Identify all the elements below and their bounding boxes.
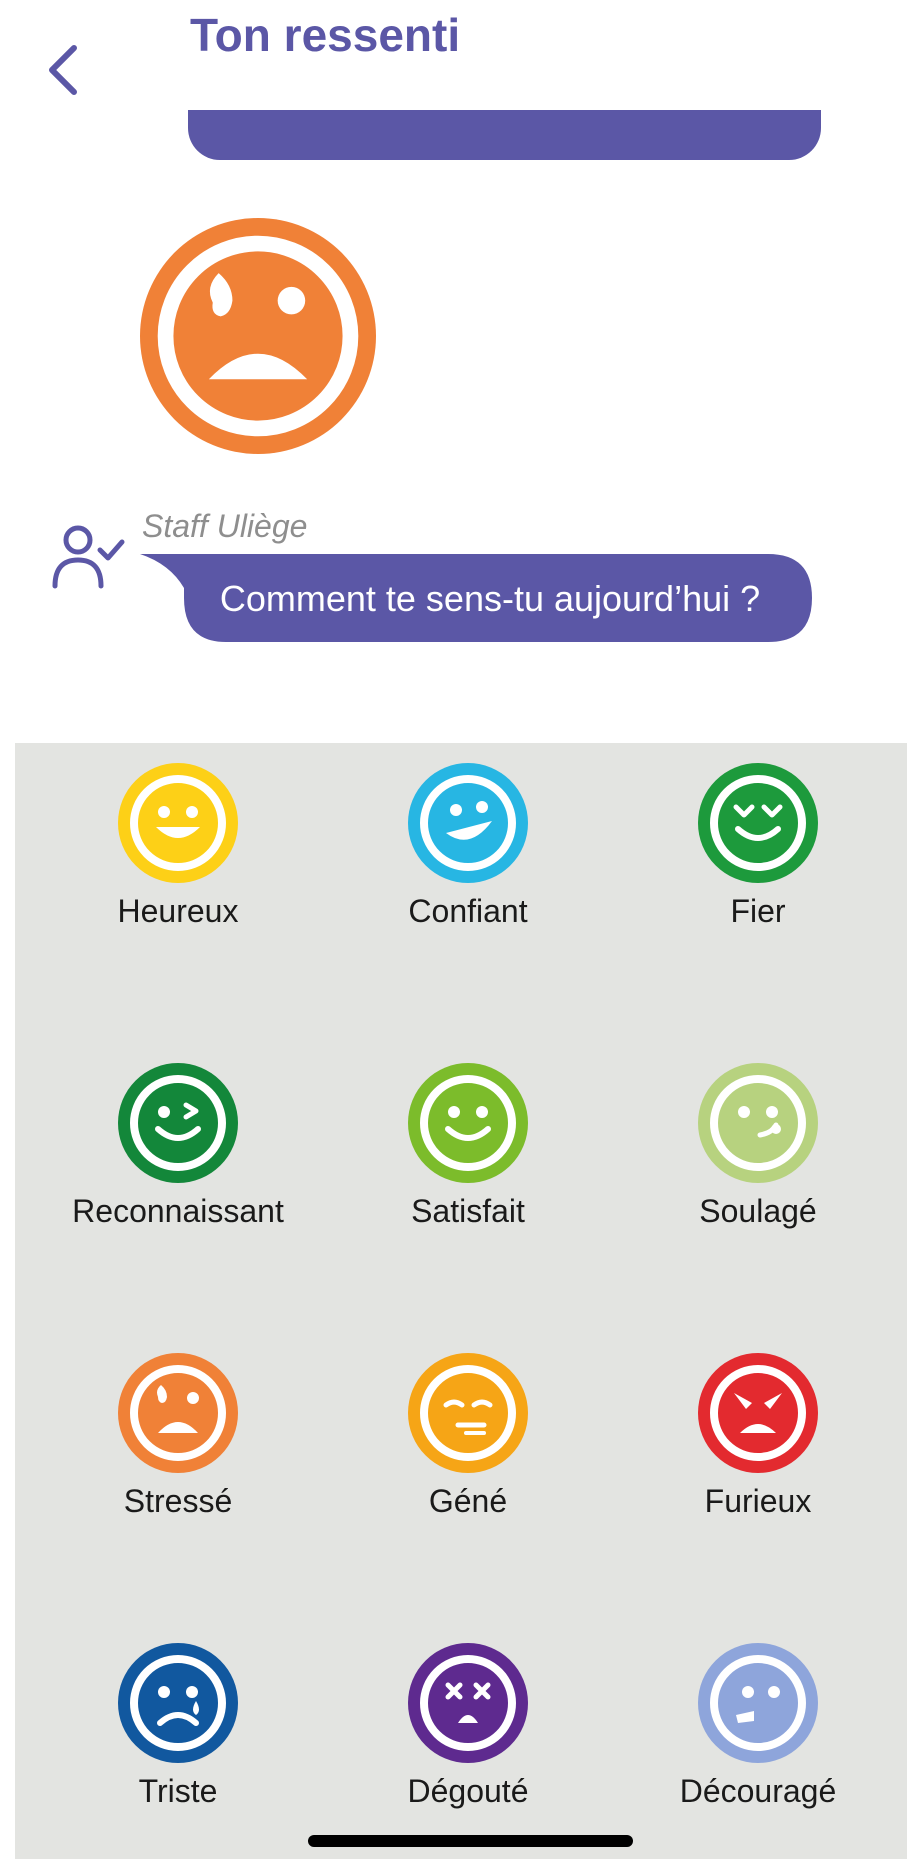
chevron-left-icon[interactable]: [40, 40, 90, 100]
mood-label: Dégouté: [407, 1773, 529, 1809]
mood-option-heureux[interactable]: Heureux: [33, 763, 323, 963]
mood-picker-panel: Heureux Confiant Fier Reconnaissant Sati…: [15, 743, 907, 1859]
mood-label: Reconnaissant: [72, 1193, 284, 1229]
selected-mood-stressed-face-icon: [140, 218, 376, 454]
proud-face-icon: [698, 763, 818, 883]
mood-label: Fier: [730, 893, 786, 929]
mood-option-gene[interactable]: Géné: [323, 1353, 613, 1553]
mood-option-satisfait[interactable]: Satisfait: [323, 1063, 613, 1263]
message-text: Comment te sens-tu aujourd’hui ?: [219, 578, 761, 619]
sad-face-icon: [118, 1643, 238, 1763]
page-title: Ton ressenti: [190, 9, 461, 61]
mood-label: Heureux: [117, 893, 239, 929]
mood-option-triste[interactable]: Triste: [33, 1643, 323, 1843]
mood-option-stresse[interactable]: Stressé: [33, 1353, 323, 1553]
mood-option-confiant[interactable]: Confiant: [323, 763, 613, 963]
mood-label: Confiant: [408, 893, 528, 929]
mood-label: Triste: [138, 1773, 218, 1809]
staff-user-check-icon: [52, 525, 125, 589]
confident-face-icon: [408, 763, 528, 883]
mood-label: Satisfait: [411, 1193, 525, 1229]
satisfied-face-icon: [408, 1063, 528, 1183]
happy-face-icon: [118, 763, 238, 883]
stressed-face-icon: [118, 1353, 238, 1473]
mood-option-decourage[interactable]: Découragé: [613, 1643, 903, 1843]
relieved-face-icon: [698, 1063, 818, 1183]
grateful-face-icon: [118, 1063, 238, 1183]
mood-label: Soulagé: [699, 1193, 817, 1229]
mood-option-reconnaissant[interactable]: Reconnaissant: [33, 1063, 323, 1263]
furious-face-icon: [698, 1353, 818, 1473]
embarrassed-face-icon: [408, 1353, 528, 1473]
mood-label: Découragé: [679, 1773, 837, 1809]
mood-option-soulage[interactable]: Soulagé: [613, 1063, 903, 1263]
mood-option-furieux[interactable]: Furieux: [613, 1353, 903, 1553]
mood-label: Furieux: [704, 1483, 812, 1519]
mood-option-degoute[interactable]: Dégouté: [323, 1643, 613, 1843]
mood-label: Géné: [428, 1483, 508, 1519]
sender-name: Staff Uliège: [142, 508, 308, 544]
mood-label: Stressé: [123, 1483, 233, 1519]
mood-option-fier[interactable]: Fier: [613, 763, 903, 963]
disgusted-face-icon: [408, 1643, 528, 1763]
home-indicator[interactable]: [308, 1835, 633, 1847]
previous-message-bubble: [188, 110, 821, 160]
discouraged-face-icon: [698, 1643, 818, 1763]
